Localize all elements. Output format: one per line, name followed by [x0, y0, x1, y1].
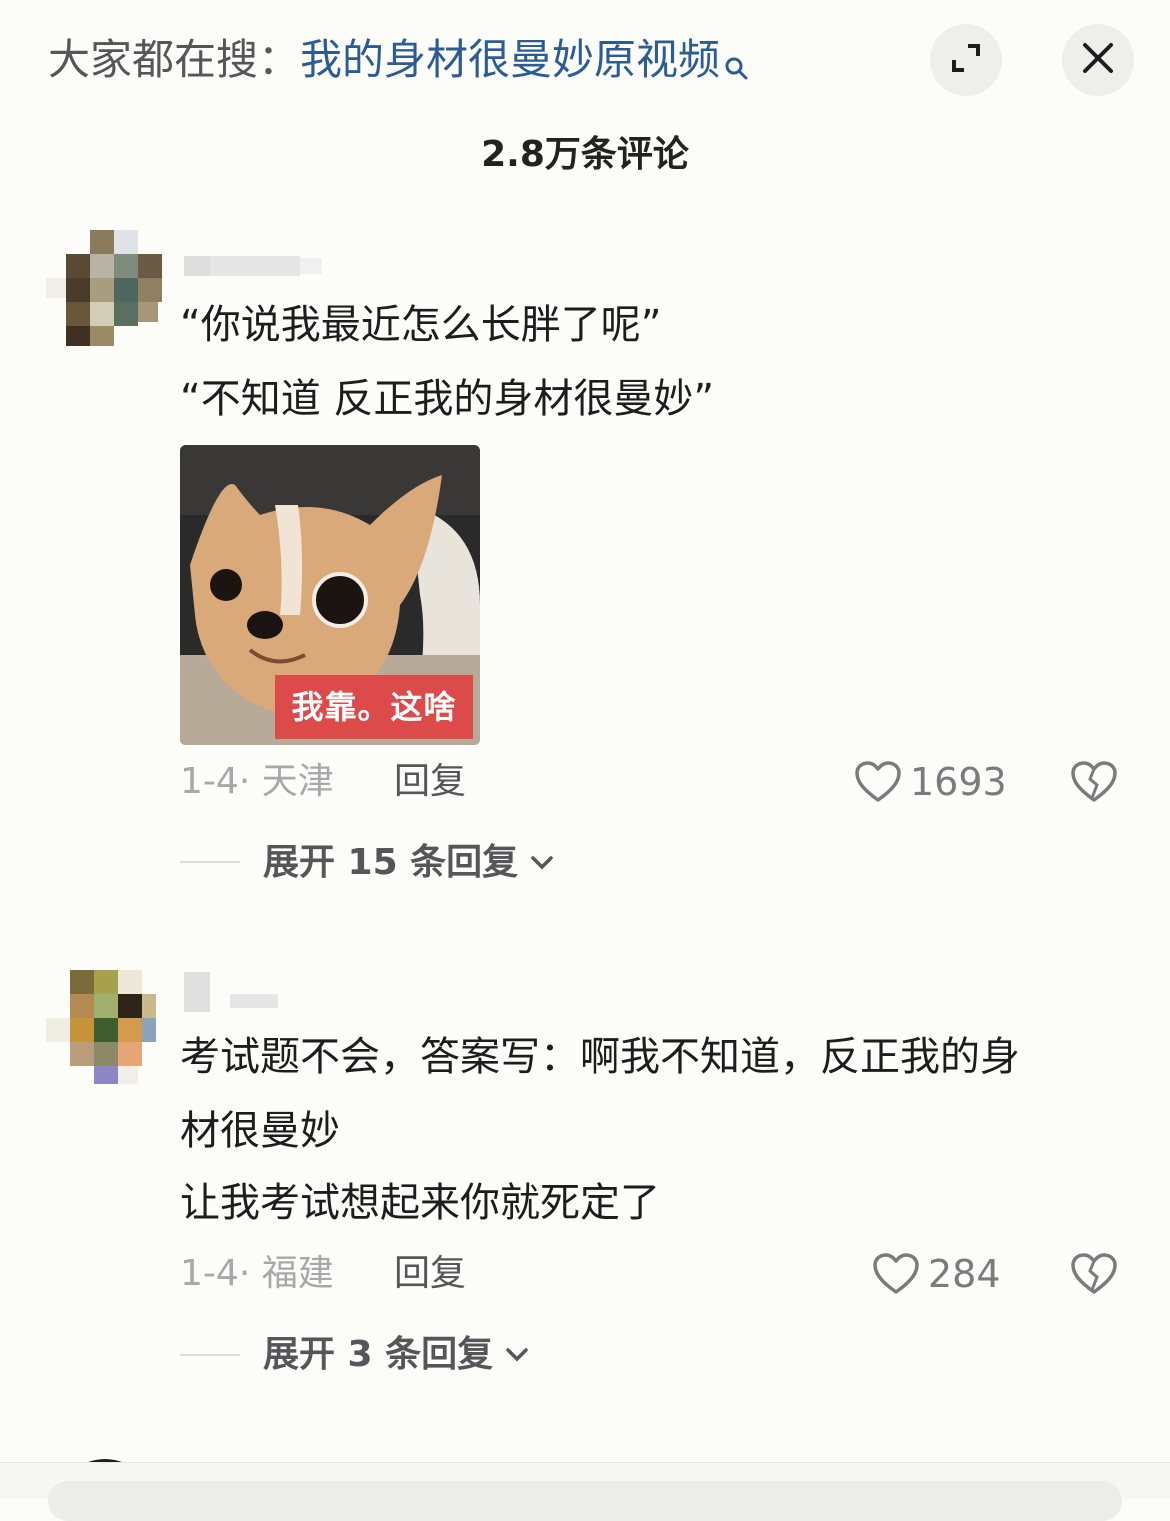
reply-button[interactable]: 回复 [394, 1250, 466, 1298]
meta-separator: · [238, 1253, 251, 1294]
expand-replies-label: 展开 3 条回复 [263, 1334, 494, 1375]
like-button[interactable]: 284 [872, 1250, 1001, 1298]
like-count: 1693 [910, 760, 1007, 804]
comment-count: 2.8万条评论 [481, 134, 689, 175]
dislike-button[interactable] [1070, 1252, 1118, 1300]
heart-icon [873, 1253, 919, 1294]
comment-text-line: 材很曼妙 [180, 1108, 340, 1154]
comment-location: 天津 [261, 761, 334, 802]
chevron-down-icon [531, 856, 553, 870]
sticker-caption: 我靠。这啥 [275, 675, 473, 739]
search-suggestion-query[interactable]: 我的身材很曼妙原视频 [300, 35, 720, 84]
comment-text-line: 考试题不会，答案写：啊我不知道，反正我的身 [180, 1034, 1020, 1080]
meta-separator: · [238, 761, 251, 802]
search-suggestion[interactable]: 大家都在搜：我的身材很曼妙原视频 [48, 32, 748, 94]
comment-date: 1-4 [180, 1253, 239, 1294]
expand-replies-label: 展开 15 条回复 [263, 842, 519, 883]
comment-meta: 1-4· 天津 [180, 758, 334, 806]
comment-sticker-image[interactable]: 我靠。这啥 [180, 445, 480, 745]
avatar[interactable] [46, 966, 164, 1084]
expand-divider [180, 1354, 240, 1356]
search-icon[interactable] [724, 38, 748, 94]
comment-location: 福建 [261, 1253, 334, 1294]
username-blurred[interactable] [184, 972, 284, 1012]
reply-button[interactable]: 回复 [394, 758, 466, 806]
search-suggestion-prefix: 大家都在搜： [48, 35, 301, 84]
expand-divider [180, 861, 240, 863]
broken-heart-icon [1071, 761, 1117, 802]
expand-replies-button[interactable]: 展开 15 条回复 [263, 838, 554, 888]
like-button[interactable]: 1693 [854, 758, 1007, 806]
dislike-button[interactable] [1070, 760, 1118, 808]
close-icon [1081, 41, 1115, 79]
avatar[interactable] [46, 230, 164, 348]
comment-input[interactable] [48, 1481, 1122, 1521]
like-count: 284 [928, 1252, 1001, 1296]
chevron-down-icon [506, 1348, 528, 1362]
comment-date: 1-4 [180, 761, 239, 802]
comment-meta: 1-4· 福建 [180, 1250, 334, 1298]
expand-button[interactable] [930, 24, 1002, 96]
comment-text-line: “不知道 反正我的身材很曼妙” [180, 376, 715, 422]
comment-input-bar [0, 1462, 1170, 1521]
expand-replies-button[interactable]: 展开 3 条回复 [263, 1330, 529, 1380]
heart-icon [855, 761, 901, 802]
broken-heart-icon [1071, 1253, 1117, 1294]
top-bar: 大家都在搜：我的身材很曼妙原视频 [0, 0, 1170, 120]
comment-text-line: “你说我最近怎么长胖了呢” [180, 302, 662, 348]
comment-text-line: 让我考试想起来你就死定了 [180, 1180, 660, 1226]
expand-icon [948, 40, 984, 80]
close-button[interactable] [1062, 24, 1134, 96]
username-blurred[interactable] [184, 254, 324, 278]
